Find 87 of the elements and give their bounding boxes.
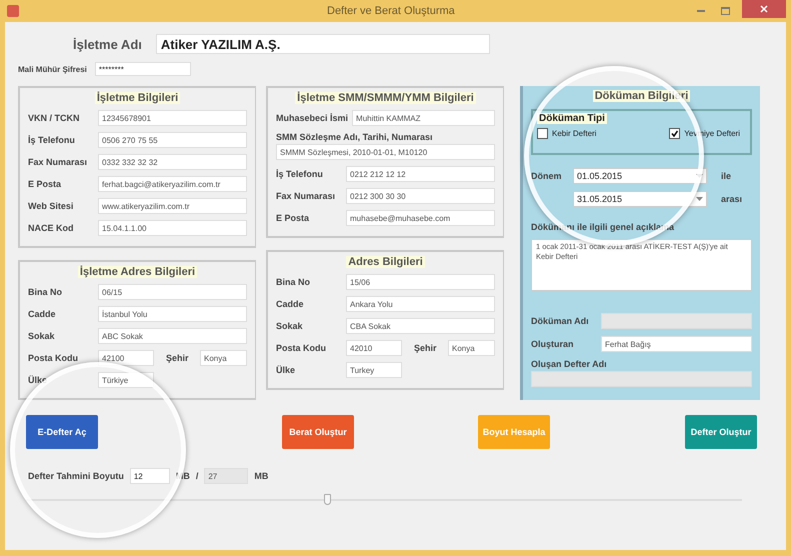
field-label: E Posta xyxy=(276,213,310,223)
field-label: Bina No xyxy=(28,287,64,297)
field-label: Posta Kodu xyxy=(28,353,80,363)
password-field[interactable]: ******** xyxy=(94,62,191,76)
action-button[interactable]: E-Defter Aç xyxy=(26,415,98,449)
caret-icon xyxy=(696,197,703,201)
field-label: İş Telefonu xyxy=(276,169,324,179)
text-field[interactable]: Konya xyxy=(448,340,495,356)
field-label: Oluşturan xyxy=(531,339,575,349)
field-label: Dökümanı ile ilgili genel açıklama xyxy=(531,222,676,232)
caret-icon xyxy=(696,174,703,178)
text-field[interactable]: Atiker YAZILIM A.Ş. xyxy=(156,34,490,54)
action-button[interactable]: Defter Oluştur xyxy=(685,415,757,449)
text-field[interactable]: Konya xyxy=(200,350,247,366)
field-label: Cadde xyxy=(28,309,57,319)
text-field[interactable]: ABC Sokak xyxy=(98,328,247,344)
text-field[interactable]: ferhat.bagci@atikeryazilim.com.tr xyxy=(98,176,247,192)
minimize-icon xyxy=(697,10,705,12)
action-button[interactable]: Berat Oluştur xyxy=(282,415,354,449)
size-field[interactable]: 12 xyxy=(130,468,170,484)
close-icon xyxy=(760,5,768,13)
text-field[interactable]: 0332 332 32 32 xyxy=(98,154,247,170)
date-dropdown[interactable]: 31.05.2015 xyxy=(573,191,707,207)
field-label: E Posta xyxy=(28,179,62,189)
field-label: Fax Numarası xyxy=(276,191,336,201)
field-label: NACE Kod xyxy=(28,223,74,233)
field-label: arası xyxy=(721,194,742,204)
text-field[interactable]: 42100 xyxy=(98,350,154,366)
checkbox-label: Kebir Defteri xyxy=(552,129,596,138)
checkbox[interactable] xyxy=(669,128,680,139)
field-label: Ülke xyxy=(276,365,296,375)
group-title: İşletme Bilgileri xyxy=(94,92,180,104)
text-field[interactable]: muhasebe@muhasebe.com xyxy=(346,210,495,226)
field-label: Döküman Adı xyxy=(531,316,590,326)
checkbox-label: Yevmiye Defteri xyxy=(684,129,740,138)
field-label: Fax Numarası xyxy=(28,157,88,167)
window-title: Defter ve Berat Oluşturma xyxy=(327,5,455,17)
text-field[interactable]: Ankara Yolu xyxy=(346,296,495,312)
text-field[interactable]: 0212 300 30 30 xyxy=(346,188,495,204)
group-title: Döküman Bilgileri xyxy=(592,90,690,102)
field-label: Dönem xyxy=(531,171,563,181)
field-label: Ülke xyxy=(28,375,48,385)
field-label: Cadde xyxy=(276,299,305,309)
text-field[interactable]: 42010 xyxy=(346,340,402,356)
field-label: SMM Sözleşme Adı, Tarihi, Numarası xyxy=(276,132,434,142)
group-title: Adres Bilgileri xyxy=(346,256,425,268)
text-field[interactable]: 12345678901 xyxy=(98,110,247,126)
close-button[interactable] xyxy=(742,0,786,18)
field-label: Mali Mühür Şifresi xyxy=(18,64,87,74)
text-field[interactable]: 0212 212 12 12 xyxy=(346,166,495,182)
slider-thumb[interactable] xyxy=(324,494,331,505)
field-label: Şehir xyxy=(166,353,190,363)
group-title: Döküman Tipi xyxy=(537,113,607,124)
field-label: Posta Kodu xyxy=(276,343,328,353)
field-label: VKN / TCKN xyxy=(28,113,80,123)
unit-label: MB xyxy=(254,471,268,481)
field-label: Sokak xyxy=(28,331,56,341)
checkbox[interactable] xyxy=(537,128,548,139)
field-label: ile xyxy=(721,171,732,181)
maximize-icon xyxy=(720,7,730,15)
field-label: Muhasebeci İsmi xyxy=(276,113,348,123)
text-field[interactable]: 0506 270 75 55 xyxy=(98,132,247,148)
group-title: İşletme Adres Bilgileri xyxy=(78,266,198,278)
total-size-field: 27 xyxy=(204,468,248,484)
field-label: İşletme Adı xyxy=(73,36,142,52)
text-field[interactable]: Ferhat Bağış xyxy=(601,336,752,352)
date-dropdown[interactable]: 01.05.2015 xyxy=(573,168,707,184)
text-field[interactable]: CBA Sokak xyxy=(346,318,495,334)
unit-label: MB xyxy=(176,471,190,481)
separator-label: / xyxy=(196,471,198,481)
field-label: Web Sitesi xyxy=(28,201,74,211)
text-field[interactable]: Turkey xyxy=(346,362,402,378)
field-label: Bina No xyxy=(276,277,312,287)
text-field[interactable]: İstanbul Yolu xyxy=(98,306,247,322)
field-label: Defter Tahmini Boyutu xyxy=(28,471,124,481)
field-label: Şehir xyxy=(414,343,438,353)
text-field[interactable]: 15/06 xyxy=(346,274,495,290)
group-title: İşletme SMM/SMMM/YMM Bilgileri xyxy=(295,92,476,104)
text-field[interactable]: www.atikeryazilim.com.tr xyxy=(98,198,247,214)
field-label: Sokak xyxy=(276,321,304,331)
text-field[interactable]: 06/15 xyxy=(98,284,247,300)
text-field[interactable]: 15.04.1.1.00 xyxy=(98,220,247,236)
text-field[interactable]: Muhittin KAMMAZ xyxy=(352,110,495,126)
field-label: İş Telefonu xyxy=(28,135,76,145)
app-icon xyxy=(7,5,19,17)
text-field[interactable]: SMMM Sözleşmesi, 2010-01-01, M10120 xyxy=(276,144,495,160)
field-label: Oluşan Defter Adı xyxy=(531,359,608,369)
